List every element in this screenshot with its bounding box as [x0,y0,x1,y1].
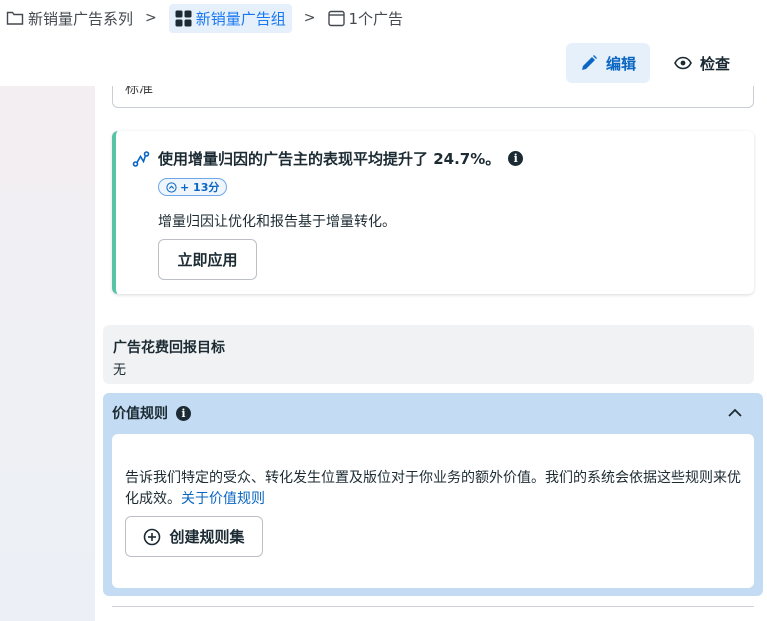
value-rules-title: 价值规则 [112,406,168,422]
score-badge: + 13分 [158,178,228,196]
roas-goal-title: 广告花费回报目标 [113,340,225,356]
chevron-right-icon: > [303,10,316,26]
value-rules-learn-more-link[interactable]: 关于价值规则 [181,491,265,507]
eye-icon [674,56,692,70]
recommendation-description: 增量归因让优化和报告基于增量转化。 [158,214,396,230]
inspect-button[interactable]: 检查 [660,43,744,83]
roas-goal-value: 无 [113,363,127,378]
chevron-right-icon: > [145,10,157,26]
breadcrumb: 新销量广告系列 > 新销量广告组 > 1个广告 [0,0,767,36]
ad-frame-icon [327,10,345,26]
edit-label: 编辑 [605,54,636,73]
breadcrumb-adset-label: 新销量广告组 [195,9,286,28]
trend-icon [132,150,150,167]
recommendation-title-text: 使用增量归因的广告主的表现平均提升了 24.7%。 [158,150,501,168]
value-rules-description: 告诉我们特定的受众、转化发生位置及版位对于你业务的额外价值。我们的系统会依据这些… [125,468,745,510]
pencil-icon [581,55,597,70]
toolbar: 编辑 检查 [565,43,744,83]
divider [112,606,754,607]
value-rules-header[interactable]: 价值规则 i [112,403,191,423]
value-rules-body: 告诉我们特定的受众、转化发生位置及版位对于你业务的额外价值。我们的系统会依据这些… [112,434,754,588]
attribution-field[interactable]: 标准 [112,86,754,108]
info-icon[interactable]: i [176,405,191,421]
recommendation-card: 使用增量归因的广告主的表现平均提升了 24.7%。 i + 13分 增量归因让优… [112,131,754,294]
plus-circle-icon [144,528,161,545]
grid-icon [175,10,192,26]
edit-button[interactable]: 编辑 [565,43,650,83]
left-panel [0,86,95,621]
apply-now-button[interactable]: 立即应用 [158,239,257,280]
create-rule-set-button[interactable]: 创建规则集 [125,516,263,557]
chevron-up-icon[interactable] [725,403,745,423]
create-rule-set-label: 创建规则集 [169,528,245,546]
recommendation-title: 使用增量归因的广告主的表现平均提升了 24.7%。 i [132,148,524,169]
roas-goal-section: 广告花费回报目标 无 [103,325,754,384]
breadcrumb-adset[interactable]: 新销量广告组 [168,3,292,33]
value-rules-section: 价值规则 i 告诉我们特定的受众、转化发生位置及版位对于你业务的额外价值。我们的… [103,393,763,596]
score-badge-label: + 13分 [180,181,220,194]
folder-icon [6,11,24,25]
info-icon[interactable]: i [508,151,524,166]
breadcrumb-ad-label: 1个广告 [348,9,404,28]
breadcrumb-ad[interactable]: 1个广告 [327,8,404,29]
attribution-field-value: 标准 [125,86,153,97]
inspect-label: 检查 [699,54,730,73]
arrow-up-circle-icon [166,181,177,193]
breadcrumb-campaign[interactable]: 新销量广告系列 [6,8,133,29]
breadcrumb-campaign-label: 新销量广告系列 [28,9,134,28]
